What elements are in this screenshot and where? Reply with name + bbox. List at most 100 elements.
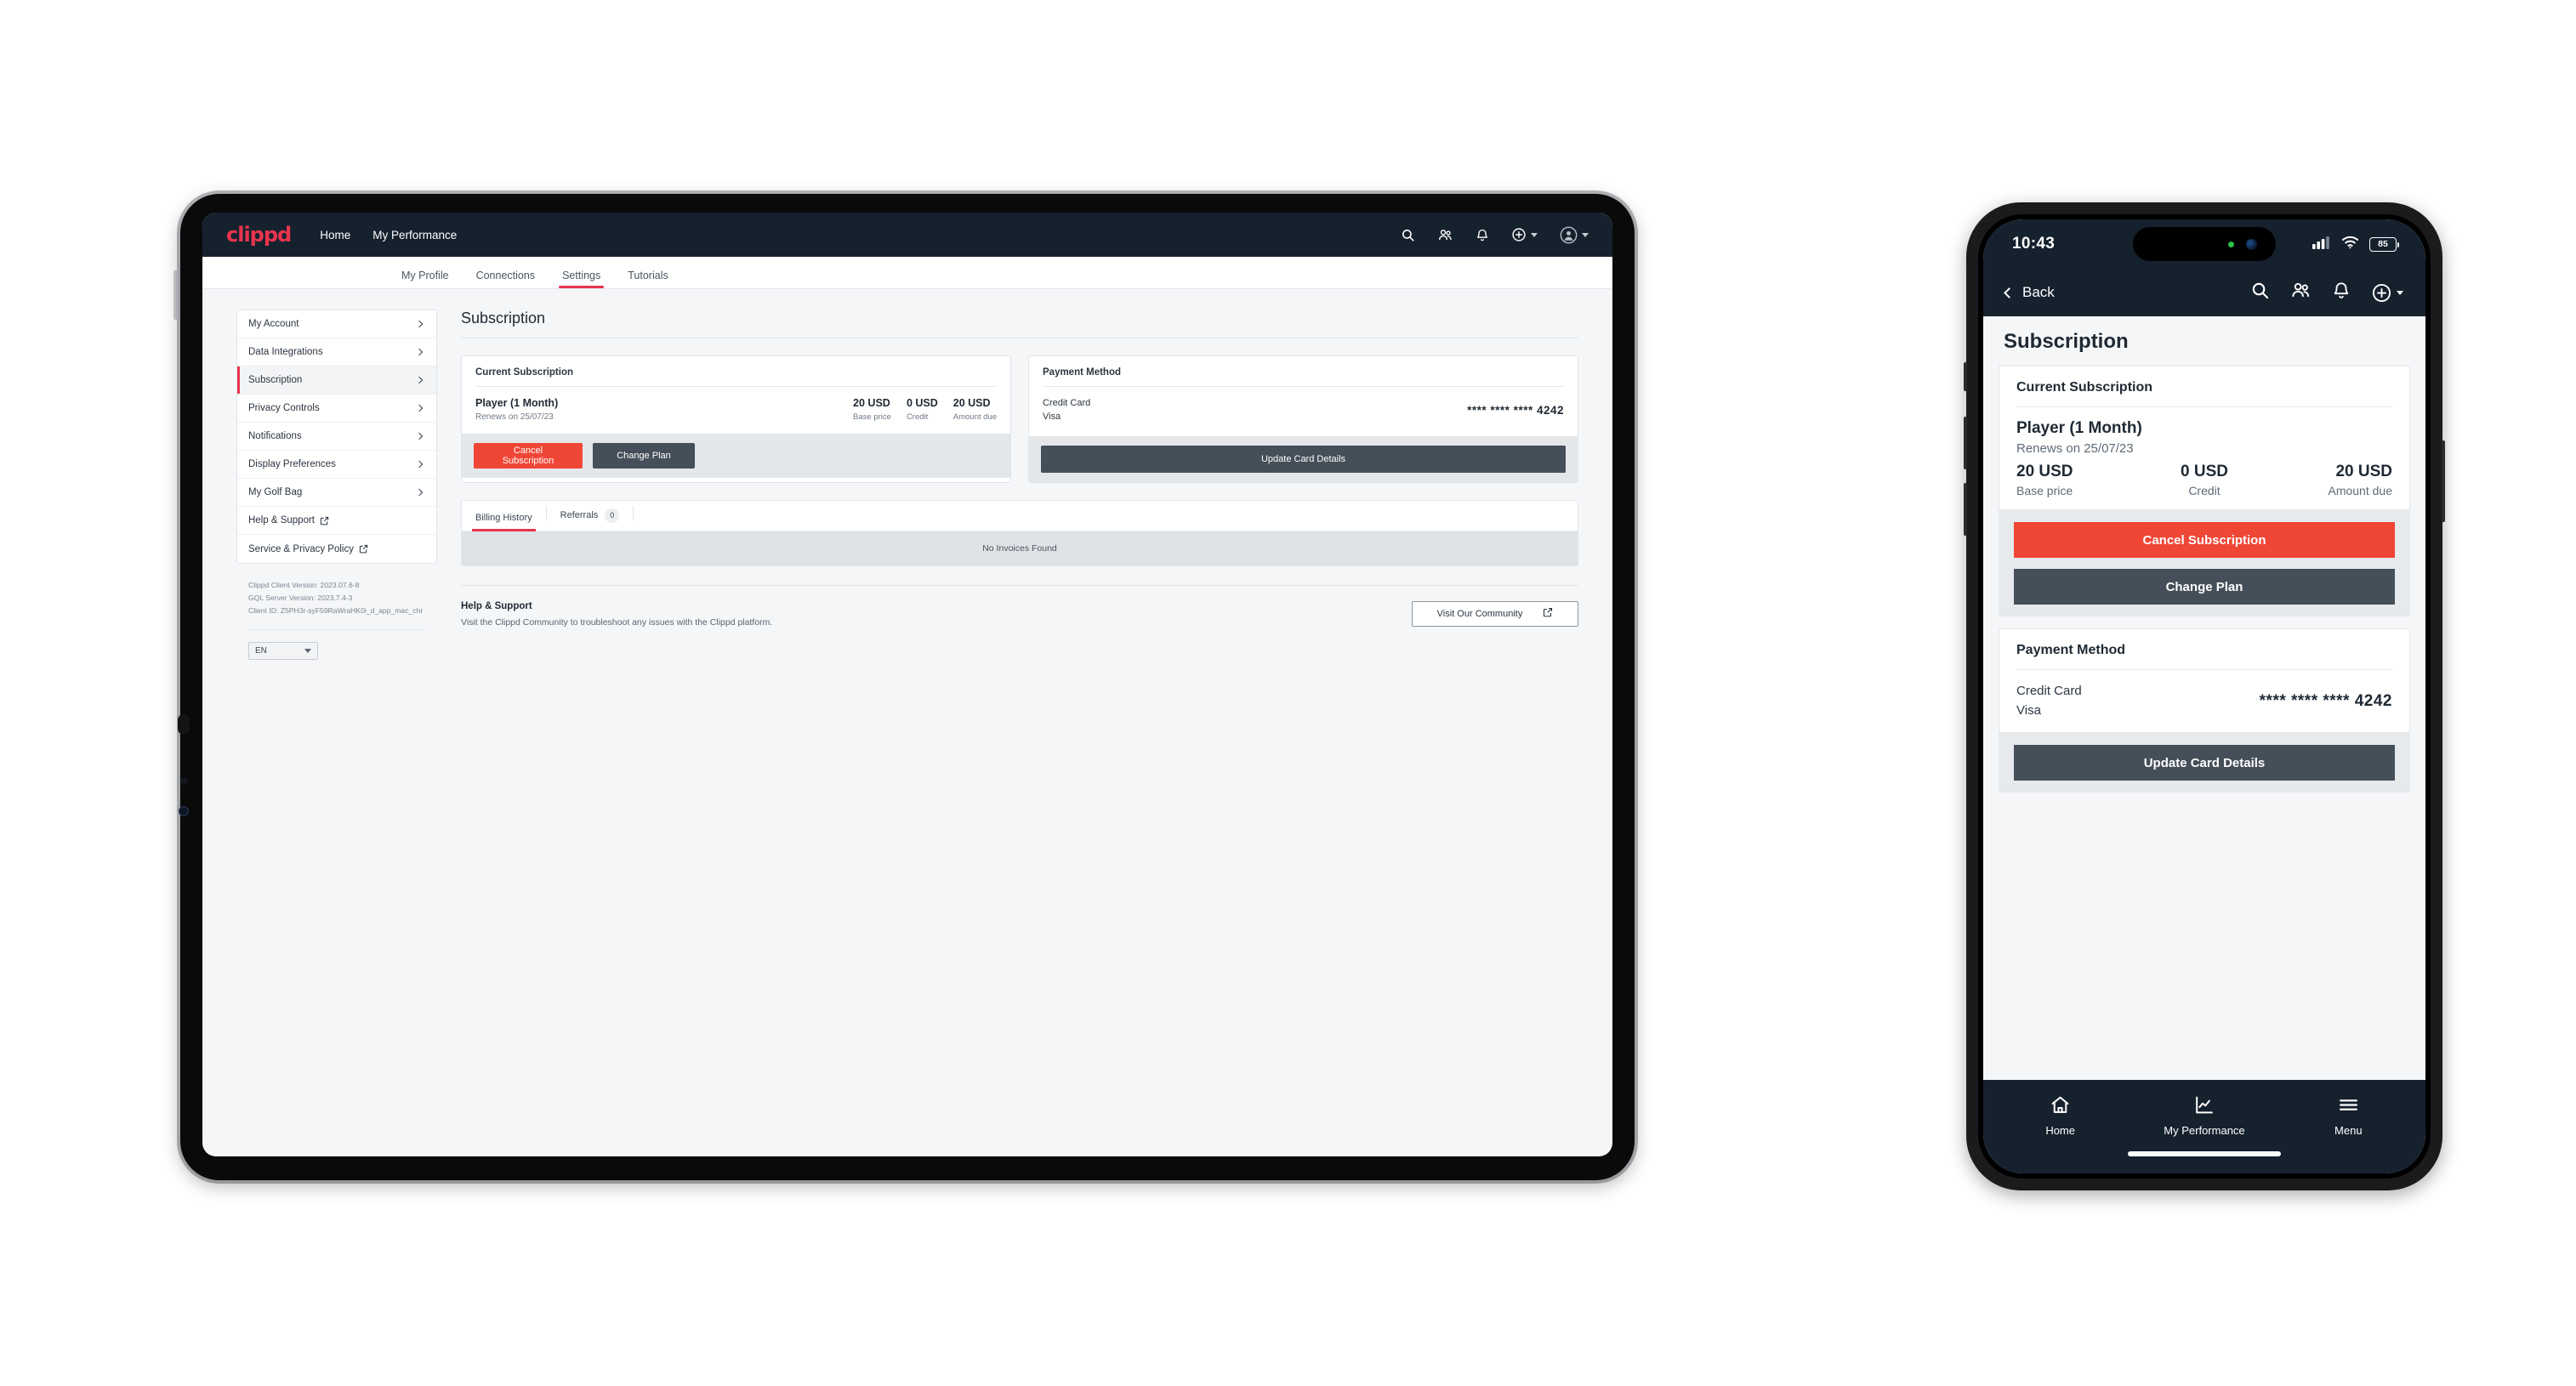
phone-mute-switch <box>1964 362 1967 391</box>
phone-screen: 10:43 85 Back Subscription Current Subsc… <box>1983 219 2425 1173</box>
sidebar-item-help-support[interactable]: Help & Support <box>237 507 436 535</box>
card-content: Player (1 Month) Renews on 25/07/23 20 U… <box>1999 407 2409 509</box>
nav-menu[interactable]: Menu <box>2277 1094 2420 1137</box>
sidebar-item-service-privacy-policy[interactable]: Service & Privacy Policy <box>237 535 436 563</box>
people-icon[interactable] <box>2290 281 2312 304</box>
chevron-down-icon <box>2397 290 2403 295</box>
divider <box>633 505 634 520</box>
settings-menu-card: My Account Data Integrations Subscriptio… <box>236 310 437 564</box>
card-type-info: Credit Card Visa <box>1043 397 1090 424</box>
sidebar-item-label: My Golf Bag <box>248 487 303 497</box>
sidebar-item-notifications[interactable]: Notifications <box>237 423 436 451</box>
change-plan-button[interactable]: Change Plan <box>2014 569 2395 605</box>
clippd-logo[interactable]: clippd <box>226 223 292 247</box>
phone-volume-down-button <box>1964 483 1967 536</box>
current-subscription-card: Current Subscription Player (1 Month) Re… <box>1999 366 2410 510</box>
sidebar-item-privacy-controls[interactable]: Privacy Controls <box>237 395 436 423</box>
bell-icon[interactable] <box>1476 228 1489 242</box>
credit-column: 0 USD Credit <box>891 397 938 422</box>
external-link-icon <box>320 516 329 525</box>
sidebar-item-label: Subscription <box>248 375 303 385</box>
nav-my-performance[interactable]: My Performance <box>2132 1094 2276 1137</box>
base-price-column: 20 USD Base price <box>2016 463 2141 497</box>
client-id: Client ID: Z5PH3r-syF59RaWraHK0i_d_app_m… <box>248 606 424 616</box>
plan-renewal-date: Renews on 25/07/23 <box>2016 441 2134 456</box>
tab-billing-history[interactable]: Billing History <box>462 513 546 531</box>
tab-my-profile[interactable]: My Profile <box>388 270 463 288</box>
tablet-screen: clippd Home My Performance My Profile Co… <box>202 213 1612 1156</box>
chevron-down-icon <box>1531 232 1538 237</box>
chart-icon <box>2193 1094 2215 1120</box>
sidebar-item-display-preferences[interactable]: Display Preferences <box>237 451 436 479</box>
home-icon <box>2050 1094 2071 1120</box>
tablet-speaker <box>178 714 190 735</box>
tablet-top-icon-group <box>1401 226 1589 244</box>
tab-connections[interactable]: Connections <box>463 270 549 288</box>
plan-info: Player (1 Month) Renews on 25/07/23 <box>475 397 838 422</box>
chevron-right-icon <box>415 376 424 384</box>
page-title: Subscription <box>1983 316 2425 366</box>
green-indicator-dot <box>2228 241 2234 247</box>
wifi-icon <box>2341 236 2359 253</box>
amount-due-value: 20 USD <box>2335 463 2392 480</box>
card-type: Credit Card <box>2016 684 2082 698</box>
plus-circle-icon[interactable] <box>2371 282 2403 304</box>
card-header: Current Subscription <box>2016 380 2153 395</box>
bell-icon[interactable] <box>2332 281 2351 304</box>
nav-home[interactable]: Home <box>1988 1094 2132 1137</box>
visit-community-button[interactable]: Visit Our Community <box>1412 600 1578 627</box>
payment-method-row: Credit Card Visa **** **** **** 4242 <box>2016 682 2392 720</box>
phone-content: Subscription Current Subscription Player… <box>1983 316 2425 1080</box>
avatar-icon[interactable] <box>1560 226 1589 244</box>
people-icon[interactable] <box>1437 228 1453 242</box>
hamburger-icon <box>2338 1094 2359 1120</box>
sidebar-item-data-integrations[interactable]: Data Integrations <box>237 338 436 366</box>
tab-referrals[interactable]: Referrals 0 <box>547 508 634 531</box>
payment-actions: Update Card Details <box>1999 733 2410 792</box>
tab-tutorials[interactable]: Tutorials <box>614 270 681 288</box>
sidebar-item-my-golf-bag[interactable]: My Golf Bag <box>237 479 436 507</box>
search-icon[interactable] <box>2250 281 2270 304</box>
sidebar-item-subscription[interactable]: Subscription <box>237 366 436 395</box>
update-card-details-button[interactable]: Update Card Details <box>2014 745 2395 781</box>
credit-value: 0 USD <box>906 397 938 409</box>
chevron-right-icon <box>415 432 424 440</box>
card-header: Payment Method <box>2016 643 2126 657</box>
payment-method-card: Payment Method Credit Card Visa **** ***… <box>1999 628 2410 733</box>
settings-content: Subscription Current Subscription Player… <box>437 310 1578 660</box>
base-price-value: 20 USD <box>2016 463 2073 480</box>
status-time: 10:43 <box>2012 235 2056 253</box>
nav-home[interactable]: Home <box>320 229 350 241</box>
back-button[interactable]: Back <box>2004 284 2055 301</box>
change-plan-button[interactable]: Change Plan <box>593 443 695 469</box>
card-content: Player (1 Month) Renews on 25/07/23 20 U… <box>462 387 1010 434</box>
card-brand: Visa <box>1043 411 1061 422</box>
page-title: Subscription <box>461 310 546 327</box>
help-title: Help & Support <box>461 600 532 611</box>
cancel-subscription-button[interactable]: Cancel Subscription <box>474 443 583 469</box>
sidebar-item-label: Help & Support <box>248 515 315 525</box>
plan-name: Player (1 Month) <box>2016 419 2142 437</box>
phone-bottom-nav: Home My Performance Menu <box>1983 1080 2425 1151</box>
cancel-subscription-button[interactable]: Cancel Subscription <box>2014 522 2395 558</box>
card-type-info: Credit Card Visa <box>2016 682 2082 720</box>
nav-my-performance[interactable]: My Performance <box>372 229 457 241</box>
plus-circle-icon[interactable] <box>1511 227 1538 242</box>
dynamic-island <box>2133 227 2276 261</box>
tab-settings[interactable]: Settings <box>549 270 614 288</box>
phone-power-button <box>2442 440 2445 522</box>
sidebar-item-my-account[interactable]: My Account <box>237 310 436 338</box>
chevron-right-icon <box>415 488 424 497</box>
search-icon[interactable] <box>1401 228 1415 242</box>
cellular-signal-icon <box>2312 236 2331 253</box>
language-select-value: EN <box>255 646 267 656</box>
phone-home-indicator <box>1983 1151 2425 1173</box>
visit-community-label: Visit Our Community <box>1436 608 1523 619</box>
card-header: Payment Method <box>1043 367 1122 378</box>
chevron-left-icon <box>2004 287 2015 298</box>
credit-label: Credit <box>2188 484 2221 497</box>
language-select[interactable]: EN <box>248 642 318 661</box>
tablet-camera <box>179 806 189 816</box>
tablet-mic <box>180 777 188 785</box>
update-card-details-button[interactable]: Update Card Details <box>1041 445 1566 473</box>
